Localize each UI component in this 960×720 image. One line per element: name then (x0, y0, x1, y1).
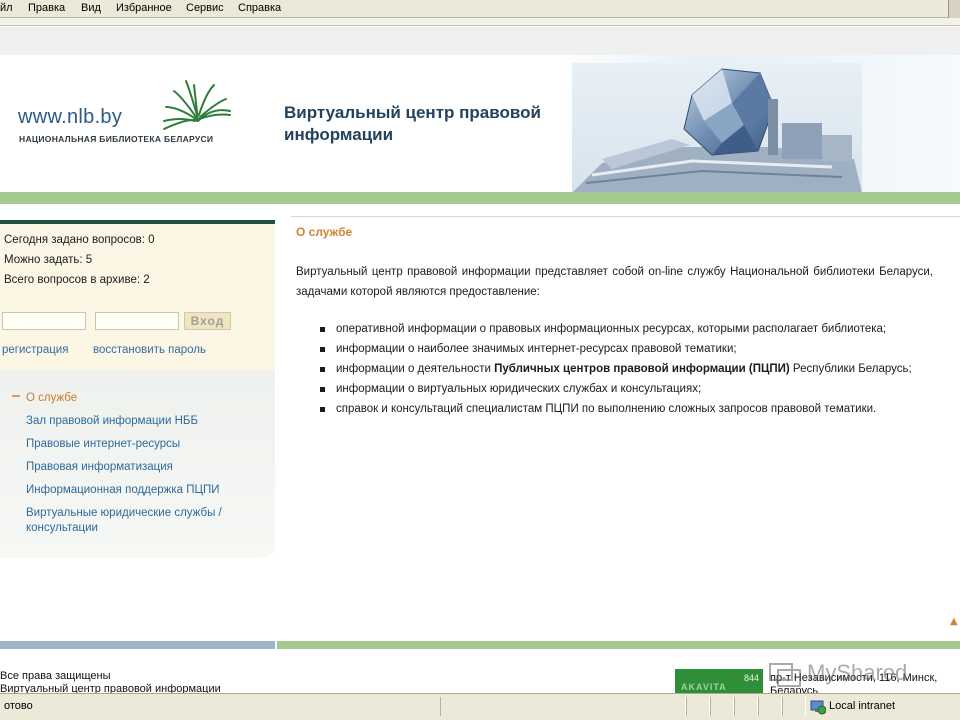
book-logo-icon[interactable] (160, 77, 232, 133)
site-title-line2: информации (284, 125, 394, 144)
tasks-list: оперативной информации о правовых информ… (320, 319, 933, 419)
toolbar-area (0, 18, 960, 26)
library-building-image (572, 63, 862, 193)
scroll-top-icon[interactable]: ▲ (950, 616, 958, 627)
site-title: Виртуальный центр правовой информации (284, 102, 614, 146)
menu-favorites[interactable]: Избранное (116, 2, 172, 14)
page-top-band (0, 27, 960, 55)
questions-archive-text: Всего вопросов в архиве: 2 (4, 274, 150, 286)
menu-help[interactable]: Справка (238, 2, 281, 14)
status-cell (734, 697, 758, 716)
visit-counter-badge[interactable]: 844 AKAVITA (675, 669, 763, 693)
nav-item-about[interactable]: О службе (26, 391, 251, 406)
status-cell (710, 697, 734, 716)
counter-value: 844 (743, 673, 759, 683)
site-title-line1: Виртуальный центр правовой (284, 103, 541, 122)
list-item-text: Республики Беларусь; (789, 363, 912, 375)
questions-available-text: Можно задать: 5 (4, 254, 93, 266)
nav-item-legal-hall[interactable]: Зал правовой информации НББ (26, 414, 251, 429)
section-title: О службе (296, 225, 353, 239)
copyright-text: Все права защищены (0, 670, 111, 682)
footer-bar-left (0, 641, 275, 649)
register-link[interactable]: регистрация (2, 344, 68, 356)
menu-edit[interactable]: Правка (28, 2, 65, 14)
footer-bar-right (277, 641, 960, 649)
menu-bar: йл Правка Вид Избранное Сервис Справка (0, 0, 960, 18)
status-bar: отово Local intranet (0, 693, 960, 720)
intranet-zone-icon (810, 700, 826, 715)
status-cell (782, 697, 806, 716)
stats-login-panel: Сегодня задано вопросов: 0 Можно задать:… (0, 224, 275, 370)
nav-item-virtual-services[interactable]: Виртуальные юридические службы / консуль… (26, 506, 241, 536)
login-input[interactable] (2, 312, 86, 330)
list-item: справок и консультаций специалистам ПЦПИ… (320, 399, 933, 419)
site-header: www.nlb.by НАЦИОНАЛЬНАЯ БИБЛИОТЕКА БЕЛАР… (0, 55, 960, 193)
status-cell (686, 697, 710, 716)
status-cell (758, 697, 782, 716)
nav-item-informatization[interactable]: Правовая информатизация (26, 460, 251, 475)
active-marker-icon (12, 395, 20, 397)
list-item: информации о наиболее значимых интернет-… (320, 339, 933, 359)
list-item: оперативной информации о правовых информ… (320, 319, 933, 339)
password-input[interactable] (95, 312, 179, 330)
header-green-strip (0, 192, 960, 204)
list-item: информации о деятельности Публичных цент… (320, 359, 933, 379)
logo-url-text[interactable]: www.nlb.by (18, 106, 122, 129)
left-navigation: О службе Зал правовой информации НББ Пра… (0, 370, 275, 558)
counter-brand: AKAVITA (681, 682, 727, 692)
watermark-text: MyShared (807, 660, 908, 685)
nav-item-internet-resources[interactable]: Правовые интернет-ресурсы (26, 437, 251, 452)
window-frame-edge (948, 0, 960, 18)
list-item-text: информации о деятельности (336, 363, 495, 375)
watermark: MyShared (768, 660, 928, 690)
nav-item-pcpi-support[interactable]: Информационная поддержка ПЦПИ (26, 483, 251, 498)
zone-text: Local intranet (829, 700, 896, 712)
status-cell (440, 697, 686, 716)
menu-file[interactable]: йл (0, 2, 13, 14)
intro-paragraph: Виртуальный центр правовой информации пр… (296, 266, 933, 298)
questions-today-text: Сегодня задано вопросов: 0 (4, 234, 155, 246)
status-text: отово (4, 700, 33, 712)
menu-view[interactable]: Вид (81, 2, 101, 14)
restore-password-link[interactable]: восстановить пароль (93, 344, 206, 356)
login-button[interactable]: Вход (184, 312, 231, 330)
content-top-rule (291, 216, 960, 217)
list-item: информации о виртуальных юридических слу… (320, 379, 933, 399)
pcpi-bold-text: Публичных центров правовой информации (П… (494, 363, 790, 375)
menu-tools[interactable]: Сервис (186, 2, 224, 14)
logo-subtitle: НАЦИОНАЛЬНАЯ БИБЛИОТЕКА БЕЛАРУСИ (19, 134, 214, 144)
presentation-icon (769, 663, 801, 687)
